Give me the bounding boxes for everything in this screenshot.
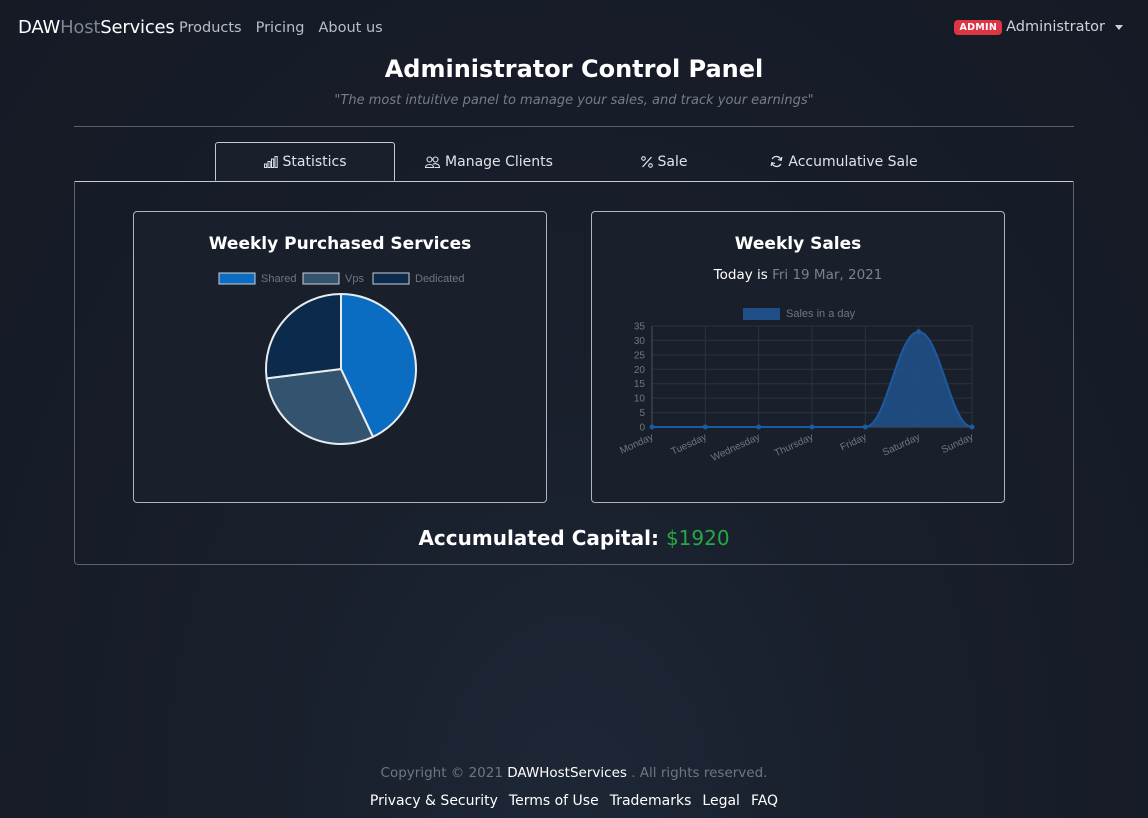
y-tick-label: 35 [634,322,646,333]
brand-logo[interactable]: DAWHostServices [18,17,175,38]
brand-part-host: Host [60,17,101,38]
x-tick-label-sunday: Sunday [940,432,975,456]
data-point-tuesday [702,424,708,430]
brand-part-services: Services [100,17,175,38]
copyright-suffix: . All rights reserved. [631,765,768,781]
y-tick-label: 0 [639,423,645,434]
legend-label-vps: Vps [345,273,364,285]
x-tick-label-tuesday: Tuesday [670,432,709,458]
y-tick-label: 15 [634,379,646,390]
footer-link-trademarks[interactable]: Trademarks [610,793,692,809]
x-tick-label-friday: Friday [839,432,869,454]
legend-swatch-dedicated [372,272,410,285]
page-title: Administrator Control Panel [384,55,764,83]
footer-link-privacy[interactable]: Privacy & Security [370,793,498,809]
refresh-icon [770,155,783,168]
divider [74,126,1074,127]
capital-amount: $1920 [665,526,730,550]
user-name: Administrator [1006,19,1105,35]
people-icon [425,155,441,168]
x-tick-label-wednesday: Wednesday [710,432,762,464]
tab-manage-clients[interactable]: Manage Clients [414,142,564,181]
data-point-monday [649,424,655,430]
admin-badge: ADMIN [954,19,1003,35]
x-tick-label-monday: Monday [618,432,655,457]
pie-slice-dedicated [265,292,342,380]
y-tick-label: 20 [634,365,646,376]
copyright-prefix: Copyright © 2021 [380,765,503,781]
footer-link-terms[interactable]: Terms of Use [509,793,599,809]
y-tick-label: 10 [634,394,646,405]
navbar: DAWHostServices Products Pricing About u… [0,0,1148,56]
brand-part-daw: DAW [18,17,61,38]
bar-chart-icon [263,155,278,168]
tab-accumulative-sale[interactable]: Accumulative Sale [764,142,924,181]
footer-links: Privacy & Security Terms of Use Trademar… [0,793,1148,809]
user-menu[interactable]: ADMIN Administrator [954,19,1123,35]
legend-label-sales: Sales in a day [786,308,856,320]
x-tick-label-saturday: Saturday [881,432,922,459]
footer-link-faq[interactable]: FAQ [751,793,778,809]
tab-accumulative-sale-label: Accumulative Sale [788,153,918,170]
data-point-sunday [969,424,975,430]
pie-chart: Shared Vps Dedicated [218,272,465,445]
legend-swatch-shared [218,272,256,285]
legend-swatch-sales [743,308,780,320]
copyright: Copyright © 2021 DAWHostServices . All r… [0,765,1148,781]
chevron-down-icon [1115,24,1123,30]
weekly-sales-card: Weekly Sales Today is Fri 19 Mar, 2021 S… [591,211,1005,503]
tab-statistics[interactable]: Statistics [215,142,395,181]
nav-link-pricing[interactable]: Pricing [256,20,305,36]
nav-link-about-us[interactable]: About us [318,20,382,36]
capital-label: Accumulated Capital: [418,526,659,550]
tab-bar: Statistics Manage Clients Sale Accumulat… [74,142,1074,182]
copyright-brand[interactable]: DAWHostServices [507,765,627,781]
tab-manage-clients-label: Manage Clients [445,153,553,170]
nav-links: Products Pricing About us [179,20,383,36]
y-tick-label: 5 [639,408,645,419]
accumulated-capital: Accumulated Capital: $1920 [0,526,1148,550]
footer-link-legal[interactable]: Legal [702,793,740,809]
sales-line-chart: Sales in a day 0 5 10 15 20 25 30 35 Monday Tuesda… [618,308,975,464]
tab-sale-label: Sale [657,153,688,170]
y-tick-label: 30 [634,336,646,347]
legend-label-shared: Shared [261,273,296,285]
y-tick-label: 25 [634,350,646,361]
data-point-friday [862,424,868,430]
legend-label-dedicated: Dedicated [415,273,465,285]
tab-sale[interactable]: Sale [619,142,709,181]
weekly-purchased-services-card: Weekly Purchased Services Shared Vps Dedic… [133,211,547,503]
page-subtitle: "The most intuitive panel to manage your… [334,93,814,108]
data-point-saturday [916,329,922,335]
legend-swatch-vps [302,272,340,285]
percent-icon [640,155,653,168]
nav-link-products[interactable]: Products [179,20,242,36]
data-point-wednesday [756,424,762,430]
data-point-thursday [809,424,815,430]
tab-statistics-label: Statistics [282,153,347,170]
x-tick-label-thursday: Thursday [773,432,815,460]
